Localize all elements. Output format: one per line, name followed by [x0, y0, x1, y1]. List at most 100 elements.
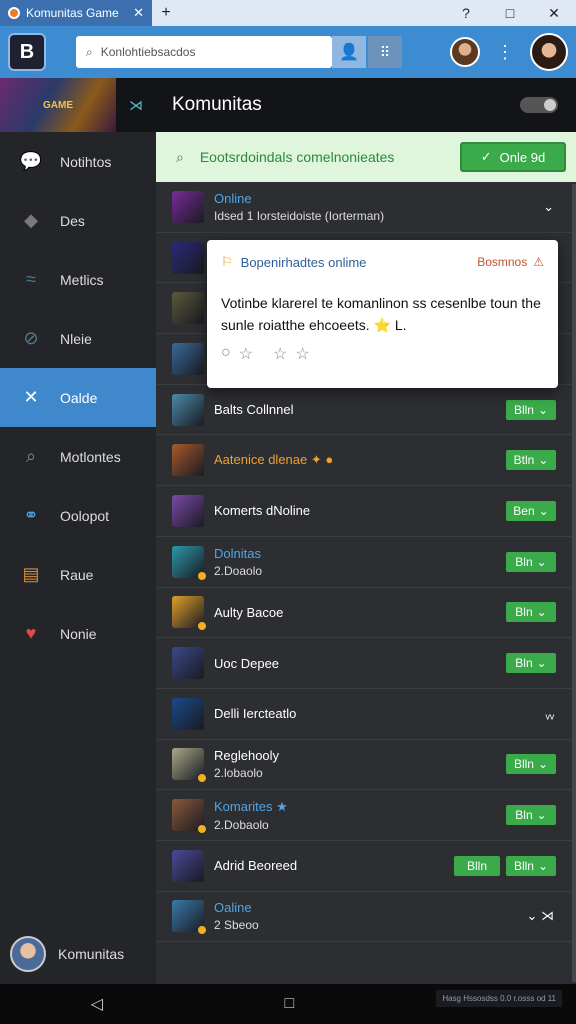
- sidebar-item[interactable]: ⌕ Motlontes: [0, 427, 156, 486]
- app-logo[interactable]: B: [8, 33, 46, 71]
- sidebar-list: 💬 Notihtos ◆ Des ≈ Metlics ⊘ Nleie ✕ Oalde ⌕ Motlon…: [0, 132, 156, 663]
- popup-header: ⚐ Bopenirhadtes onlime Bosmnos ⚠: [221, 254, 544, 270]
- list-item[interactable]: Adrid Beoreed Blln ⌄ Blln: [156, 841, 576, 892]
- scrollbar[interactable]: [572, 184, 576, 982]
- list-item[interactable]: Aulty Bacoe Bln ⌄: [156, 588, 576, 639]
- collapse-icon[interactable]: ⋊: [116, 97, 156, 114]
- join-button[interactable]: Blln ⌄: [506, 754, 556, 775]
- sidebar-item-label: Nleie: [60, 330, 92, 347]
- browser-tab[interactable]: Komunitas Game ✕: [0, 0, 152, 26]
- game-thumbnail: [172, 292, 204, 325]
- list-item-name: Balts Collnnel: [214, 402, 294, 418]
- chevron-down-icon: ⌄: [536, 605, 547, 620]
- secondary-button[interactable]: Blln: [454, 855, 500, 876]
- new-tab-button[interactable]: +: [152, 4, 180, 22]
- profile-avatar[interactable]: [530, 33, 568, 71]
- list-item-text: Komerts dNoline: [214, 503, 310, 518]
- tab-close-icon[interactable]: ✕: [133, 5, 144, 21]
- sidebar-item-label: Oolopot: [60, 507, 110, 524]
- expand-chevron-icon[interactable]: ⌄ ⋊: [526, 908, 554, 924]
- list-item[interactable]: Oaline 2 Sbeoo ⌄ ⋊: [156, 892, 576, 943]
- notification-popup: ⚐ Bopenirhadtes onlime Bosmnos ⚠ Votinbe…: [207, 240, 558, 388]
- sidebar-item[interactable]: ▤ Raue: [0, 545, 156, 604]
- sidebar-item[interactable]: ✕ Oalde: [0, 368, 156, 427]
- join-button[interactable]: Blln ⌄: [506, 855, 556, 876]
- expand-chevron-icon[interactable]: ᵥᵥ: [546, 706, 554, 721]
- warning-icon[interactable]: ⚠: [533, 255, 544, 269]
- sidebar-item[interactable]: ◆ Des: [0, 191, 156, 250]
- sidebar-item[interactable]: ♥ Nonie: [0, 604, 156, 663]
- join-button[interactable]: Blln ⌄: [506, 399, 556, 420]
- check-icon: ✓: [480, 149, 492, 164]
- chevron-down-icon: ⌄: [536, 808, 547, 823]
- search-input[interactable]: ⌕ Konlohtiebsacdos: [76, 36, 332, 68]
- back-icon[interactable]: ◁: [91, 994, 103, 1014]
- star-outline-icon[interactable]: ☆: [295, 344, 309, 364]
- circle-icon[interactable]: ○: [221, 344, 231, 364]
- online-notice: ⌕ Eootsrdoindals comelnonieates ✓ Onle 9…: [156, 132, 576, 182]
- sidebar-item-label: Metlics: [60, 271, 104, 288]
- sidebar-item[interactable]: ⊘ Nleie: [0, 309, 156, 368]
- game-thumbnail: [172, 647, 204, 680]
- sidebar-item[interactable]: 💬 Notihtos: [0, 132, 156, 191]
- expand-chevron-icon[interactable]: ⌄: [543, 199, 554, 215]
- status-dot-icon: [197, 925, 207, 936]
- list-item[interactable]: Online Idsed 1 Iorsteidoiste (Iorterman) ⌄: [156, 182, 576, 233]
- sidebar-item[interactable]: ≈ Metlics: [0, 250, 156, 309]
- join-button-label: Blln: [513, 757, 534, 772]
- list-item-name: Delli Iercteatlo: [214, 706, 297, 722]
- sidebar-item-label: Des: [60, 212, 85, 229]
- sidebar-footer[interactable]: Komunitas: [10, 936, 124, 972]
- join-button[interactable]: Bеn ⌄: [506, 500, 556, 521]
- list-item[interactable]: Aatenice dlenae ✦ ● Btln ⌄: [156, 435, 576, 487]
- mode-toggle[interactable]: [520, 97, 558, 113]
- online-button[interactable]: ✓ Onle 9d: [460, 142, 566, 172]
- status-dot-icon: [197, 570, 207, 581]
- join-button-label: Blln: [513, 402, 534, 417]
- status-text: Hasg Hssosdss 0.0 r.osss od 11: [436, 990, 562, 1007]
- header-strip: GAME ⋊ Komunitas: [0, 78, 576, 132]
- rating-stars[interactable]: ○ ☆ ☆ ☆: [221, 344, 544, 364]
- popup-meta: Bosmnos ⚠: [477, 255, 544, 269]
- grid-icon: ⠿: [379, 43, 391, 60]
- join-button-label: Bln: [515, 656, 533, 671]
- sidebar-item-label: Nonie: [60, 625, 97, 642]
- game-thumbnail: [172, 241, 204, 274]
- list-item-text: Delli Iercteatlo: [214, 706, 296, 721]
- join-button[interactable]: Bln ⌄: [506, 551, 556, 572]
- list-item[interactable]: Reglehooly 2.lobaolo Blln ⌄: [156, 740, 576, 791]
- list-item[interactable]: Komerts dNoline Bеn ⌄: [156, 486, 576, 537]
- join-button-label: Bеn: [513, 503, 535, 518]
- list-item-text: Aatenice dlenae ✦ ●: [214, 452, 333, 468]
- recent-apps-icon[interactable]: □: [284, 995, 294, 1013]
- help-button[interactable]: ?: [444, 5, 488, 22]
- more-menu-icon[interactable]: ⋮: [496, 42, 514, 63]
- sidebar-item-label: Raue: [60, 566, 94, 583]
- search-icon: ⌕: [176, 148, 184, 165]
- star-outline-icon[interactable]: ☆: [239, 344, 253, 364]
- tab-bar: Komunitas Game ✕ + ? □ ✕: [0, 0, 576, 26]
- avatar[interactable]: [450, 37, 480, 67]
- list-item[interactable]: Dolnitas 2.Doaolo Bln ⌄: [156, 537, 576, 588]
- join-button[interactable]: Bln ⌄: [506, 805, 556, 826]
- popup-body: Votinbe klarerel te komanlinon ss cesenl…: [221, 295, 541, 333]
- star-outline-icon[interactable]: ☆: [273, 344, 287, 364]
- list-item[interactable]: Balts Collnnel Blln ⌄: [156, 385, 576, 436]
- join-button[interactable]: Bln ⌄: [506, 602, 556, 623]
- sidebar-item-label: Motlontes: [60, 448, 121, 465]
- grid-button[interactable]: ⠿: [368, 36, 402, 68]
- list-item[interactable]: Komarites ★ 2.Dobaolo Bln ⌄: [156, 790, 576, 841]
- join-button[interactable]: Bln ⌄: [506, 653, 556, 674]
- list-item[interactable]: Uoc Depee Bln ⌄: [156, 638, 576, 689]
- maximize-button[interactable]: □: [488, 5, 532, 22]
- chevron-down-icon: ⌄: [536, 656, 547, 671]
- search-button[interactable]: 👤: [332, 36, 366, 68]
- join-button[interactable]: Btln ⌄: [506, 450, 556, 471]
- close-window-button[interactable]: ✕: [532, 5, 576, 22]
- search-placeholder: Konlohtiebsacdos: [100, 45, 196, 59]
- list-item[interactable]: Delli Iercteatlo ᵥᵥ: [156, 689, 576, 740]
- join-button-label: Bln: [515, 808, 533, 823]
- toolbar: B ⌕ Konlohtiebsacdos 👤 ⠿ ⋮: [0, 26, 576, 78]
- game-thumbnail: [172, 494, 204, 527]
- sidebar-item[interactable]: ⚭ Oolopot: [0, 486, 156, 545]
